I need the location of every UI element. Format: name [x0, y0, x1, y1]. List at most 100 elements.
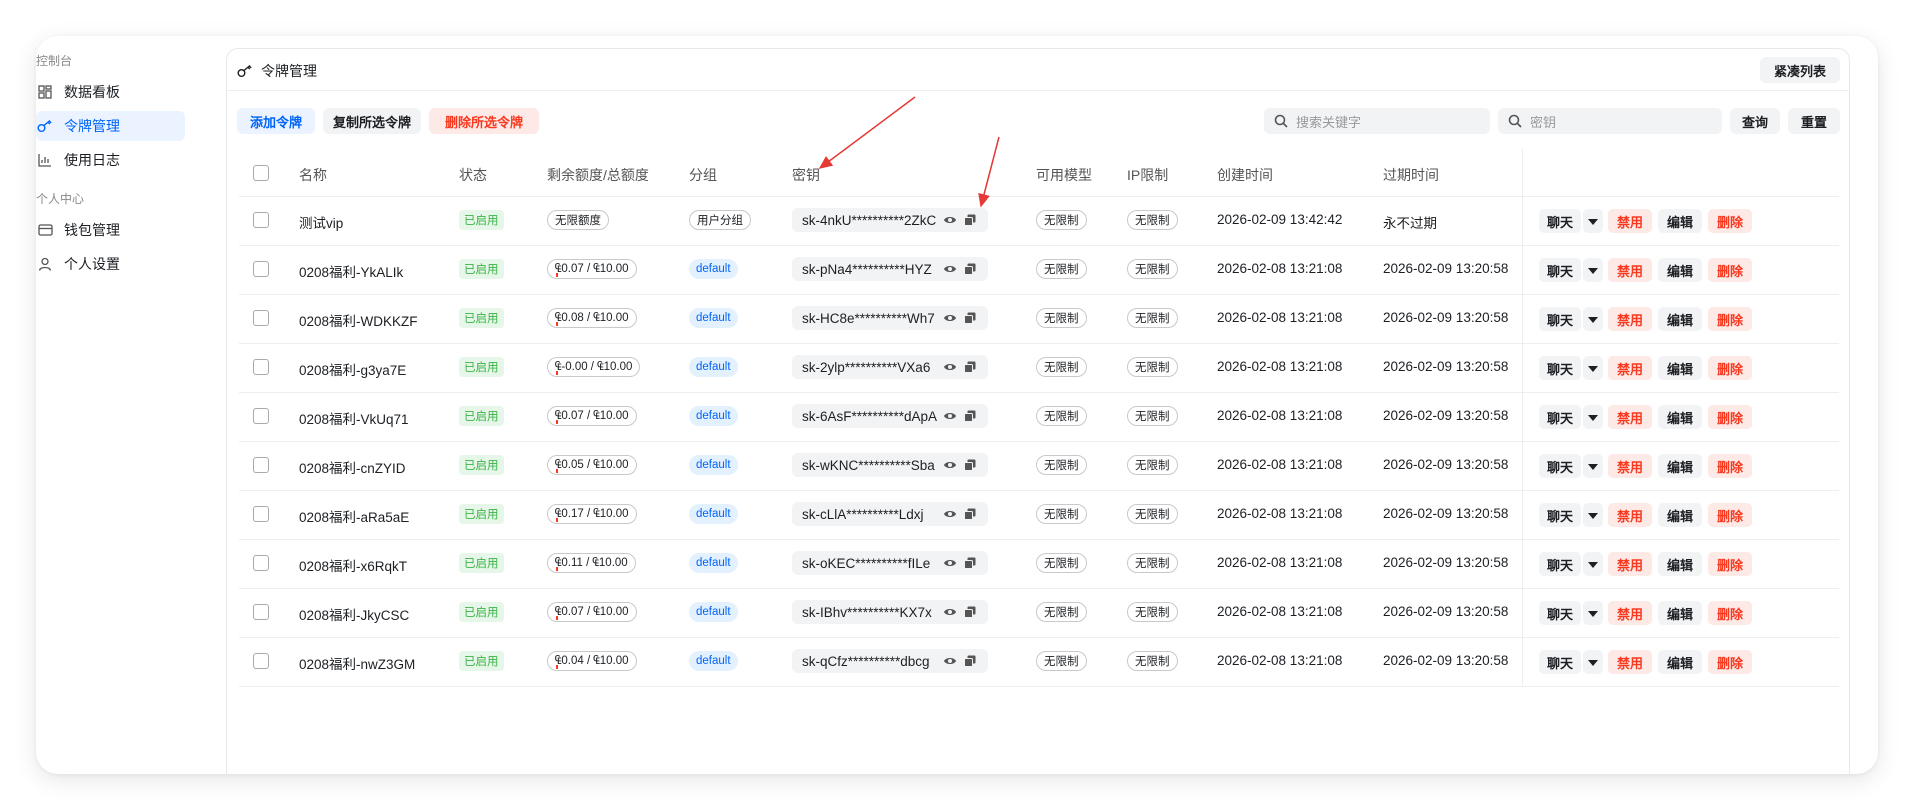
edit-button[interactable]: 编辑 — [1658, 209, 1702, 233]
key-search-input[interactable]: 密钥 — [1498, 108, 1722, 134]
edit-button[interactable]: 编辑 — [1658, 552, 1702, 576]
disable-button[interactable]: 禁用 — [1608, 356, 1652, 380]
copy-icon[interactable] — [960, 410, 980, 422]
row-checkbox[interactable] — [253, 310, 269, 326]
chat-button[interactable]: 聊天 — [1539, 405, 1581, 429]
eye-icon[interactable] — [940, 460, 960, 470]
row-checkbox[interactable] — [253, 359, 269, 375]
chat-dropdown-button[interactable] — [1583, 258, 1603, 282]
expires-time: 2026-02-09 13:20:58 — [1383, 555, 1509, 570]
copy-icon[interactable] — [960, 361, 980, 373]
eye-icon[interactable] — [940, 362, 960, 372]
chat-button[interactable]: 聊天 — [1539, 258, 1581, 282]
chat-button[interactable]: 聊天 — [1539, 601, 1581, 625]
delete-button[interactable]: 删除 — [1708, 307, 1752, 331]
chat-dropdown-button[interactable] — [1583, 552, 1603, 576]
edit-button[interactable]: 编辑 — [1658, 601, 1702, 625]
row-checkbox[interactable] — [253, 653, 269, 669]
eye-icon[interactable] — [940, 264, 960, 274]
disable-button[interactable]: 禁用 — [1608, 405, 1652, 429]
copy-icon[interactable] — [960, 606, 980, 618]
column-divider — [1522, 246, 1523, 294]
eye-icon[interactable] — [940, 313, 960, 323]
disable-button[interactable]: 禁用 — [1608, 454, 1652, 478]
eye-icon[interactable] — [940, 558, 960, 568]
row-checkbox[interactable] — [253, 555, 269, 571]
chat-dropdown-button[interactable] — [1583, 503, 1603, 527]
row-checkbox[interactable] — [253, 261, 269, 277]
delete-button[interactable]: 删除 — [1708, 650, 1752, 674]
row-checkbox[interactable] — [253, 604, 269, 620]
sidebar-item-wallet[interactable]: 钱包管理 — [36, 215, 185, 245]
copy-icon[interactable] — [960, 459, 980, 471]
edit-button[interactable]: 编辑 — [1658, 258, 1702, 282]
disable-button[interactable]: 禁用 — [1608, 601, 1652, 625]
copy-icon[interactable] — [960, 312, 980, 324]
chat-button[interactable]: 聊天 — [1539, 356, 1581, 380]
sidebar-item-label: 使用日志 — [64, 152, 120, 168]
delete-button[interactable]: 删除 — [1708, 454, 1752, 478]
delete-button[interactable]: 删除 — [1708, 503, 1752, 527]
disable-button[interactable]: 禁用 — [1608, 209, 1652, 233]
chat-button[interactable]: 聊天 — [1539, 552, 1581, 576]
edit-button[interactable]: 编辑 — [1658, 454, 1702, 478]
delete-selected-button[interactable]: 删除所选令牌 — [429, 108, 539, 134]
add-token-button[interactable]: 添加令牌 — [237, 108, 315, 134]
eye-icon[interactable] — [940, 607, 960, 617]
edit-button[interactable]: 编辑 — [1658, 650, 1702, 674]
row-checkbox[interactable] — [253, 212, 269, 228]
disable-button[interactable]: 禁用 — [1608, 258, 1652, 282]
search-keyword-input[interactable]: 搜索关键字 — [1264, 108, 1490, 134]
row-checkbox[interactable] — [253, 408, 269, 424]
delete-button[interactable]: 删除 — [1708, 601, 1752, 625]
delete-button[interactable]: 删除 — [1708, 552, 1752, 576]
copy-icon[interactable] — [960, 557, 980, 569]
disable-button[interactable]: 禁用 — [1608, 503, 1652, 527]
edit-button[interactable]: 编辑 — [1658, 307, 1702, 331]
chat-button[interactable]: 聊天 — [1539, 454, 1581, 478]
chat-button[interactable]: 聊天 — [1539, 650, 1581, 674]
copy-icon[interactable] — [960, 263, 980, 275]
disable-button[interactable]: 禁用 — [1608, 307, 1652, 331]
eye-icon[interactable] — [940, 656, 960, 666]
sidebar-item-logs[interactable]: 使用日志 — [36, 145, 185, 175]
delete-button[interactable]: 删除 — [1708, 258, 1752, 282]
chat-dropdown-button[interactable] — [1583, 454, 1603, 478]
delete-button[interactable]: 删除 — [1708, 356, 1752, 380]
eye-icon[interactable] — [940, 411, 960, 421]
query-button[interactable]: 查询 — [1730, 108, 1780, 134]
delete-button[interactable]: 删除 — [1708, 405, 1752, 429]
chat-dropdown-button[interactable] — [1583, 650, 1603, 674]
col-created: 创建时间 — [1217, 167, 1273, 183]
row-checkbox[interactable] — [253, 506, 269, 522]
disable-button[interactable]: 禁用 — [1608, 552, 1652, 576]
chat-button[interactable]: 聊天 — [1539, 209, 1581, 233]
edit-button[interactable]: 编辑 — [1658, 356, 1702, 380]
chat-dropdown-button[interactable] — [1583, 601, 1603, 625]
chat-dropdown-button[interactable] — [1583, 209, 1603, 233]
chat-button[interactable]: 聊天 — [1539, 307, 1581, 331]
delete-button[interactable]: 删除 — [1708, 209, 1752, 233]
copy-selected-button[interactable]: 复制所选令牌 — [323, 108, 421, 134]
eye-icon[interactable] — [940, 215, 960, 225]
sidebar-item-tokens[interactable]: 令牌管理 — [36, 111, 185, 141]
edit-button[interactable]: 编辑 — [1658, 405, 1702, 429]
sidebar-item-dashboard[interactable]: 数据看板 — [36, 77, 185, 107]
compact-list-button[interactable]: 紧凑列表 — [1760, 57, 1840, 83]
copy-icon[interactable] — [960, 655, 980, 667]
chat-dropdown-button[interactable] — [1583, 356, 1603, 380]
disable-button[interactable]: 禁用 — [1608, 650, 1652, 674]
select-all-checkbox[interactable] — [253, 165, 269, 181]
row-checkbox[interactable] — [253, 457, 269, 473]
copy-icon[interactable] — [960, 508, 980, 520]
sidebar-item-settings[interactable]: 个人设置 — [36, 249, 185, 279]
reset-button[interactable]: 重置 — [1788, 108, 1840, 134]
column-divider — [1522, 589, 1523, 637]
eye-icon[interactable] — [940, 509, 960, 519]
copy-icon[interactable] — [960, 214, 980, 226]
edit-button[interactable]: 编辑 — [1658, 503, 1702, 527]
chat-button[interactable]: 聊天 — [1539, 503, 1581, 527]
chat-dropdown-button[interactable] — [1583, 307, 1603, 331]
chat-dropdown-button[interactable] — [1583, 405, 1603, 429]
sidebar-section-console: 控制台 — [36, 54, 73, 68]
